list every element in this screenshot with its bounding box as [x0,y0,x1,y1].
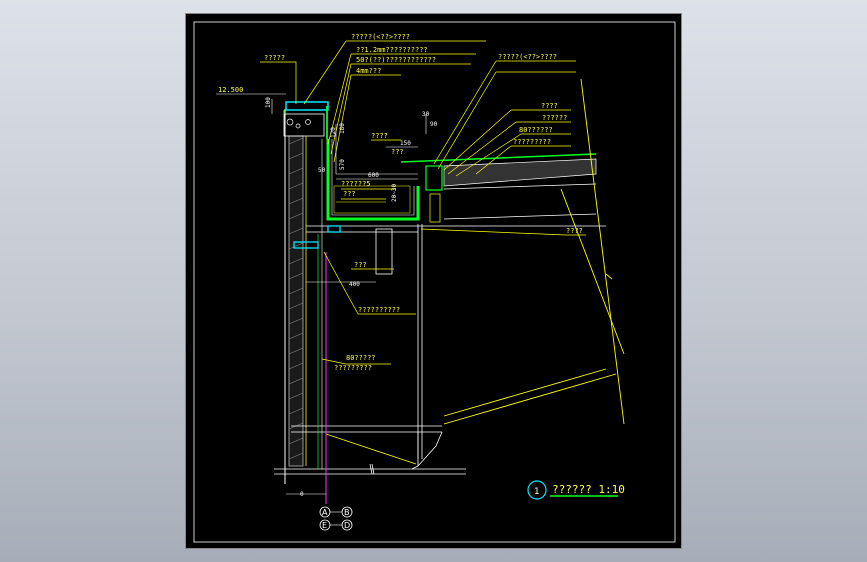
label-1: ????? [264,54,285,62]
label-11: ???? [371,132,388,140]
axis-b: B [344,508,350,517]
axis-a: A [322,508,328,517]
dim-180: 180 [339,123,346,134]
label-13: ??? [343,190,356,198]
dim-20-30: 20~30 [391,184,398,202]
label-2: ?????(<??>???? [351,33,410,41]
roof-slab [400,153,597,223]
label-7: ???? [541,102,558,110]
dim-570: 570 [339,159,346,170]
title-number: 1 [534,487,539,497]
dim-150: 150 [400,140,411,147]
leader-lines [260,40,586,365]
label-16: ??? [391,148,404,156]
level-label: 12.500 [218,86,243,94]
masonry-wall [284,109,307,484]
dim-30: 30 [422,111,430,118]
label-4: 50?(??)???????????? [356,56,436,64]
parapet-coping [283,101,329,139]
dim-120: 120 [330,127,337,138]
title-text: ?????? 1:10 [552,483,625,496]
label-9: 80?????? [519,126,553,134]
label-10: ????????? [513,138,551,146]
support-beams [306,224,606,459]
label-8: ?????? [542,114,567,122]
label-6: ?????(<??>???? [498,53,557,61]
label-17: ?????????? [358,306,400,314]
label-5: 4mm??? [356,67,381,75]
label-18: 80????? [346,354,376,362]
dim-600: 600 [368,172,379,179]
dim-400: 400 [349,281,360,288]
cad-section-drawing: 12.500 ????? ?????(<??>???? ??1.2mm?????… [193,21,676,543]
label-14: ??? [354,261,367,269]
axis-d: D [344,521,350,530]
label-12: ??????5 [341,180,371,188]
axis-e: E [322,521,327,530]
dim-100: 100 [265,97,272,108]
drawing-sheet: 12.500 ????? ?????(<??>???? ??1.2mm?????… [185,13,682,549]
label-15: ???? [566,227,583,235]
dim-0: 0 [300,491,304,498]
dim-90: 90 [430,121,438,128]
label-3: ??1.2mm?????????? [356,46,428,54]
label-19: ????????? [334,364,372,372]
dim-50: 50 [318,167,326,174]
